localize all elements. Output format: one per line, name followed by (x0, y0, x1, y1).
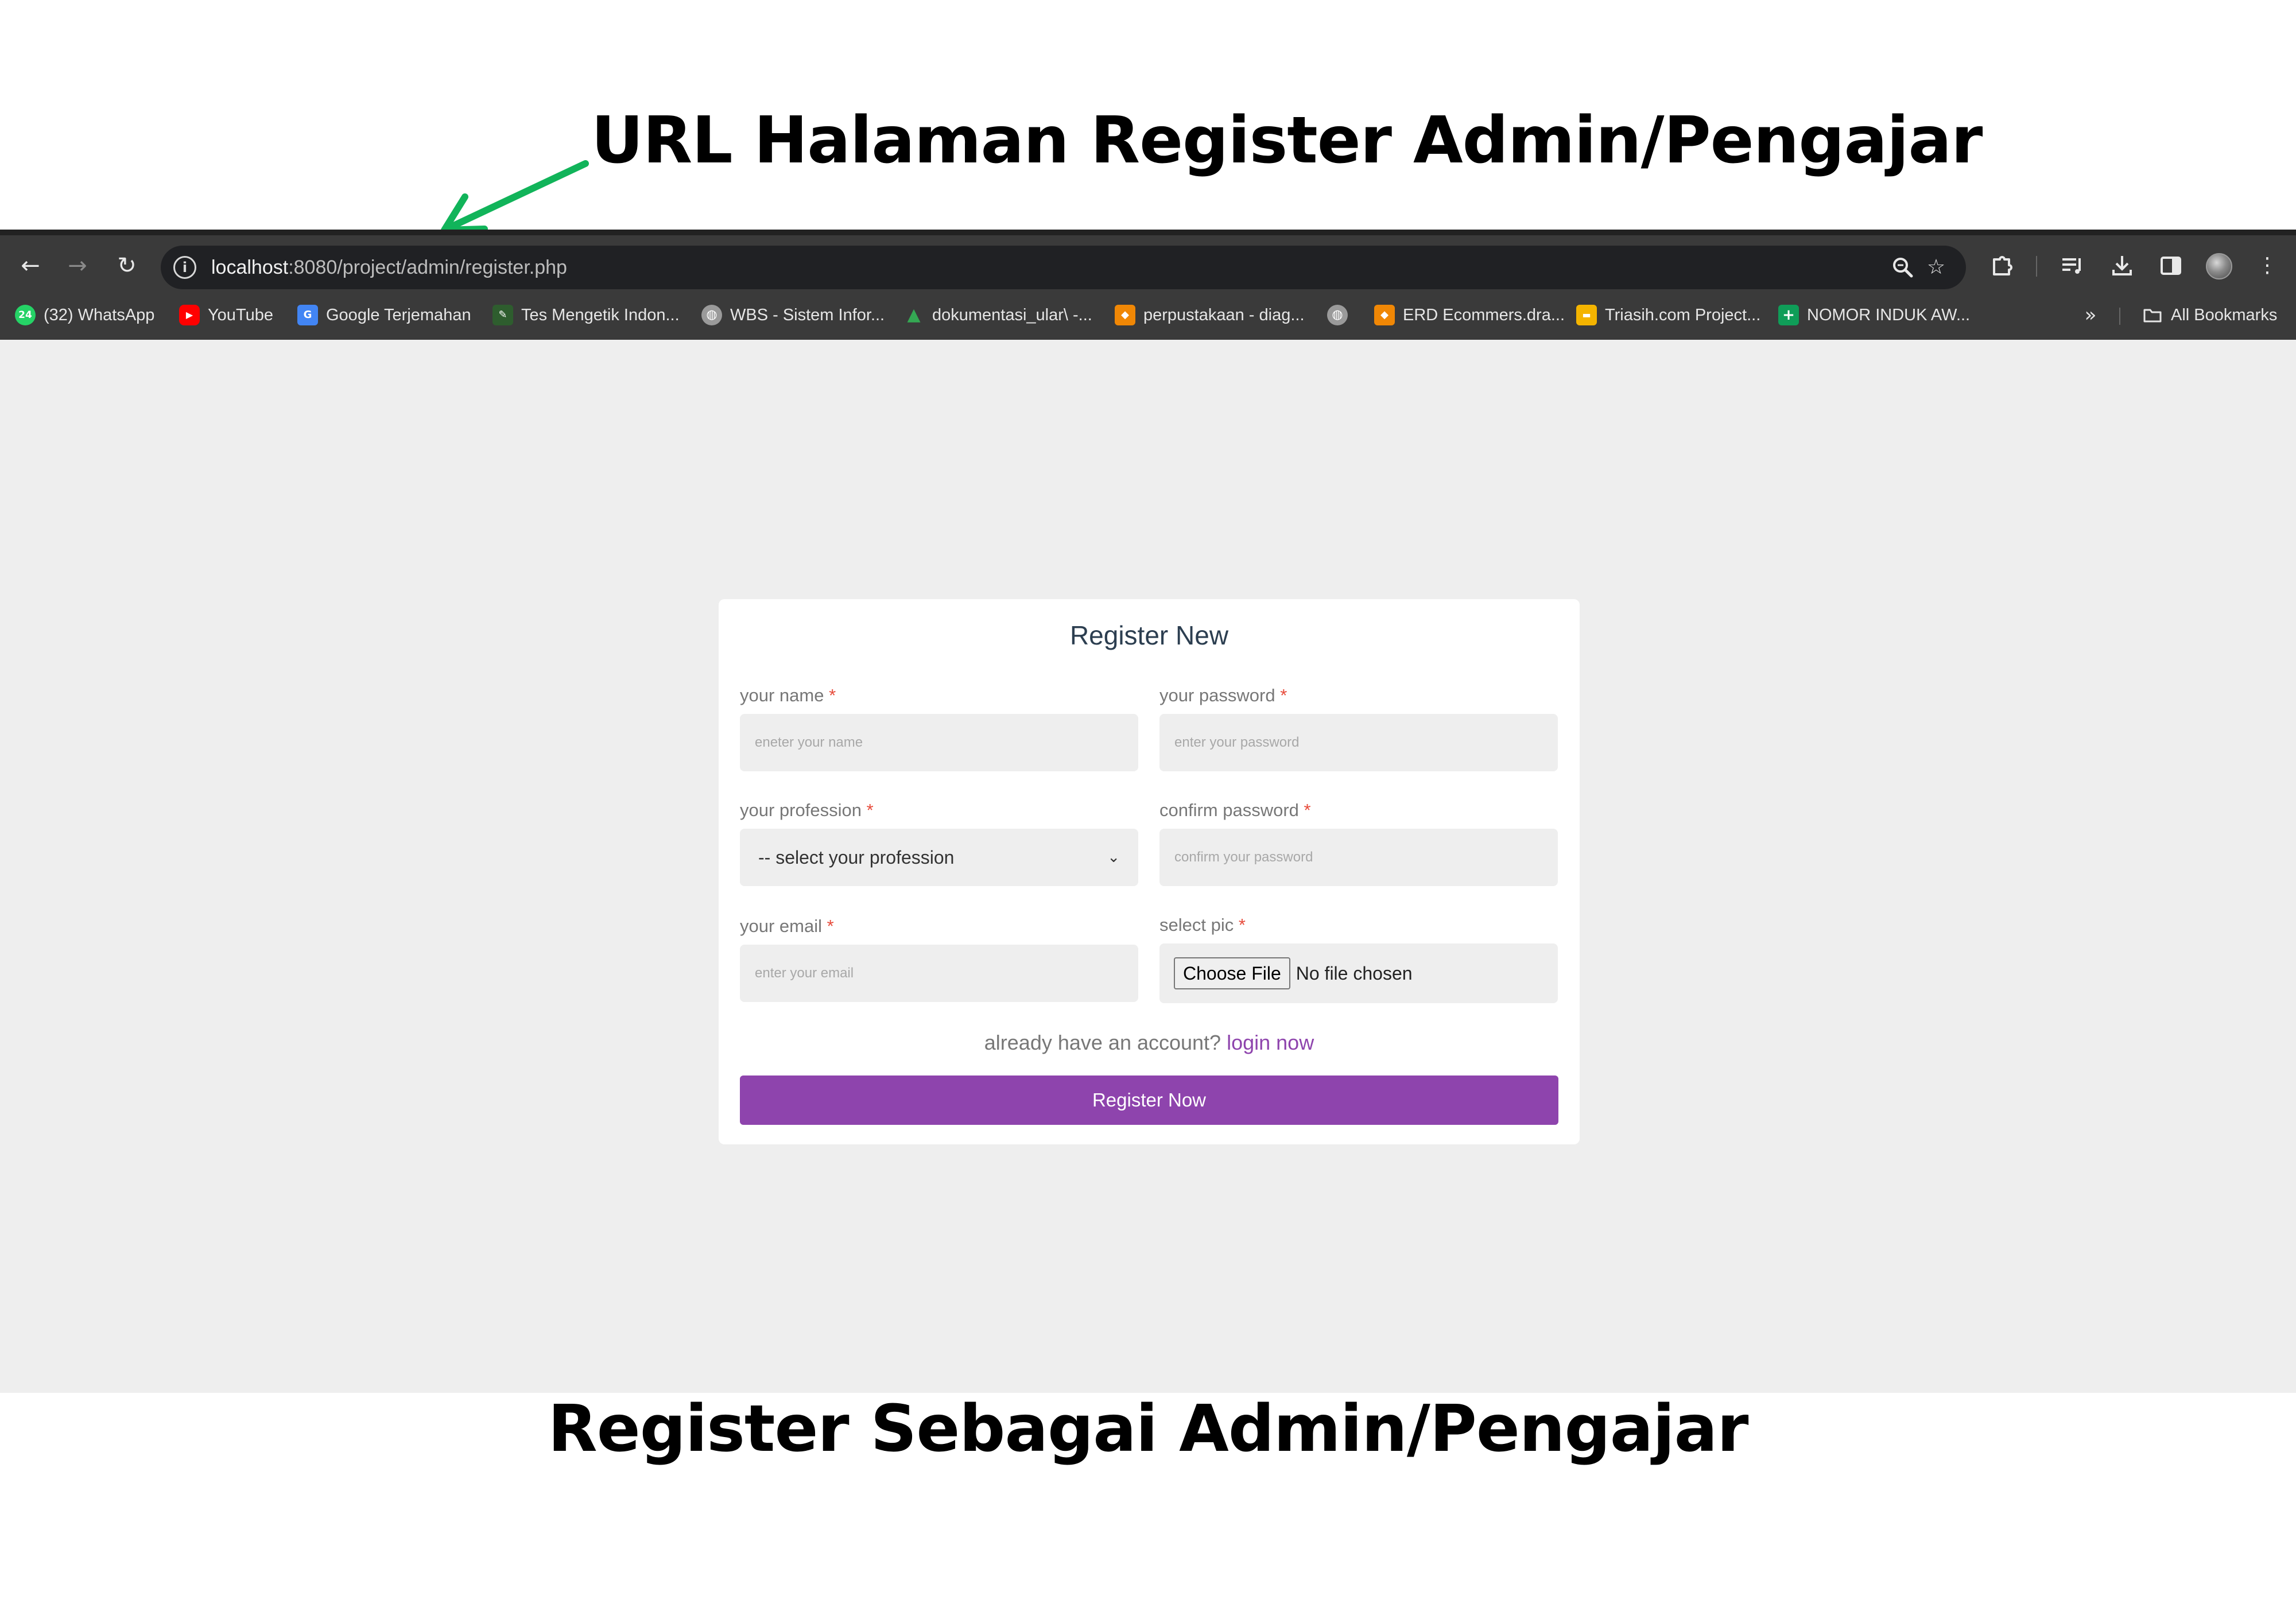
browser-toolbar: ← → ↻ i localhost:8080/project/admin/reg… (0, 241, 2296, 290)
url-path: :8080/project/admin/register.php (288, 257, 567, 278)
back-arrow-icon[interactable]: ← (16, 251, 45, 280)
bookmark-globe[interactable]: ◍ (1327, 302, 1356, 328)
bookmark-label: NOMOR INDUK AW... (1807, 305, 1971, 324)
pic-file-input: Choose File No file chosen (1159, 943, 1558, 1003)
pic-label: select pic * (1159, 915, 1246, 935)
name-input[interactable] (740, 714, 1138, 771)
form-title: Register New (1069, 620, 1229, 650)
bookmark-label: WBS - Sistem Infor... (730, 305, 885, 324)
bookmark-label: ERD Ecommers.dra... (1403, 305, 1565, 324)
youtube-icon: ▶ (179, 305, 200, 325)
name-label-text: your name (740, 685, 824, 705)
google-sheets-icon: + (1778, 305, 1799, 325)
login-prompt-text: already have an account? (984, 1031, 1221, 1054)
google-drive-icon: ▲ (907, 305, 921, 325)
bookmark-typing-test[interactable]: ✎ Tes Mengetik Indon... (492, 302, 680, 328)
file-status: No file chosen (1296, 962, 1413, 984)
typing-test-icon: ✎ (492, 305, 513, 325)
password-input[interactable] (1159, 714, 1558, 771)
choose-file-button[interactable]: Choose File (1174, 957, 1290, 989)
password-label: your password * (1159, 685, 1287, 706)
bookmark-label: YouTube (208, 305, 273, 324)
register-button[interactable]: Register Now (740, 1075, 1558, 1125)
all-bookmarks[interactable]: All Bookmarks (2142, 302, 2277, 328)
media-queue-icon[interactable] (2058, 251, 2086, 280)
download-icon[interactable] (2108, 251, 2136, 280)
drawio-icon: ◆ (1374, 305, 1395, 325)
bookmark-perpustakaan[interactable]: ◆ perpustakaan - diag... (1115, 302, 1305, 328)
email-input[interactable] (740, 945, 1138, 1002)
url-text[interactable]: localhost:8080/project/admin/register.ph… (211, 255, 567, 280)
required-mark: * (1304, 800, 1311, 820)
profession-select[interactable]: -- select your profession ⌄ (740, 829, 1138, 886)
confirm-password-label: confirm password * (1159, 800, 1311, 821)
bookmark-erd[interactable]: ◆ ERD Ecommers.dra... (1374, 302, 1565, 328)
profile-avatar[interactable] (2206, 253, 2232, 279)
address-bar[interactable]: i localhost:8080/project/admin/register.… (161, 246, 1966, 289)
bookmark-whatsapp[interactable]: 24 (32) WhatsApp (15, 302, 154, 328)
toolbar-divider (2036, 256, 2037, 277)
globe-icon: ◍ (701, 305, 722, 325)
password-label-text: your password (1159, 685, 1275, 705)
bookmark-nomor-induk[interactable]: + NOMOR INDUK AW... (1778, 302, 1970, 328)
confirm-password-label-text: confirm password (1159, 800, 1299, 820)
pic-label-text: select pic (1159, 915, 1234, 935)
site-info-icon[interactable]: i (173, 256, 196, 279)
whatsapp-icon: 24 (15, 305, 36, 325)
bookmark-star-icon[interactable]: ☆ (1922, 253, 1950, 282)
bookmark-label: (32) WhatsApp (44, 305, 155, 324)
bookmark-label: Tes Mengetik Indon... (521, 305, 680, 324)
required-mark: * (829, 685, 836, 705)
drawio-icon: ◆ (1115, 305, 1135, 325)
all-bookmarks-label: All Bookmarks (2171, 305, 2278, 324)
url-host: localhost (211, 257, 289, 278)
bookmark-youtube[interactable]: ▶ YouTube (179, 302, 273, 328)
chevron-down-icon: ⌄ (1107, 849, 1120, 866)
profession-label-text: your profession (740, 800, 862, 820)
google-slides-icon: ▬ (1576, 305, 1597, 325)
extensions-icon[interactable] (1987, 251, 2016, 280)
required-mark: * (1238, 915, 1246, 935)
top-caption: URL Halaman Register Admin/Pengajar (591, 103, 1983, 178)
bookmarks-bar: 24 (32) WhatsApp ▶ YouTube G Google Terj… (0, 295, 2296, 335)
globe-icon: ◍ (1327, 305, 1348, 325)
profession-selected-value: -- select your profession (758, 847, 955, 868)
email-label: your email * (740, 916, 834, 937)
required-mark: * (866, 800, 874, 820)
menu-kebab-icon[interactable]: ⋮ (2253, 251, 2282, 280)
required-mark: * (827, 916, 834, 936)
login-prompt: already have an account? login now (719, 1031, 1580, 1055)
page-viewport: Register New your name * your password *… (0, 340, 2296, 1393)
bookmark-label: Triasih.com Project... (1605, 305, 1761, 324)
required-mark: * (1280, 685, 1287, 705)
name-label: your name * (740, 685, 836, 706)
confirm-password-input[interactable] (1159, 829, 1558, 886)
bookmark-wbs[interactable]: ◍ WBS - Sistem Infor... (701, 302, 885, 328)
email-label-text: your email (740, 916, 822, 936)
register-form: Register New your name * your password *… (719, 599, 1580, 1144)
bookmark-label: dokumentasi_ular\ -... (932, 305, 1092, 324)
forward-arrow-icon[interactable]: → (63, 251, 92, 280)
google-translate-icon: G (297, 305, 318, 325)
bookmarks-overflow-icon[interactable]: » (2079, 302, 2102, 328)
bookmark-label: Google Terjemahan (326, 305, 471, 324)
profession-label: your profession * (740, 800, 874, 821)
bookmarks-divider (2119, 308, 2120, 325)
login-link[interactable]: login now (1227, 1031, 1314, 1054)
bookmark-dokumentasi[interactable]: ▲ dokumentasi_ular\ -... (903, 302, 1092, 328)
bookmark-triasih[interactable]: ▬ Triasih.com Project... (1576, 302, 1760, 328)
zoom-icon[interactable] (1888, 253, 1917, 282)
folder-icon (2142, 305, 2163, 325)
browser-chrome: ← → ↻ i localhost:8080/project/admin/reg… (0, 230, 2296, 340)
bookmark-label: perpustakaan - diag... (1143, 305, 1305, 324)
bookmark-google-translate[interactable]: G Google Terjemahan (297, 302, 471, 328)
reload-icon[interactable]: ↻ (113, 251, 141, 280)
side-panel-icon[interactable] (2157, 251, 2185, 280)
bottom-caption: Register Sebagai Admin/Pengajar (548, 1392, 1749, 1466)
